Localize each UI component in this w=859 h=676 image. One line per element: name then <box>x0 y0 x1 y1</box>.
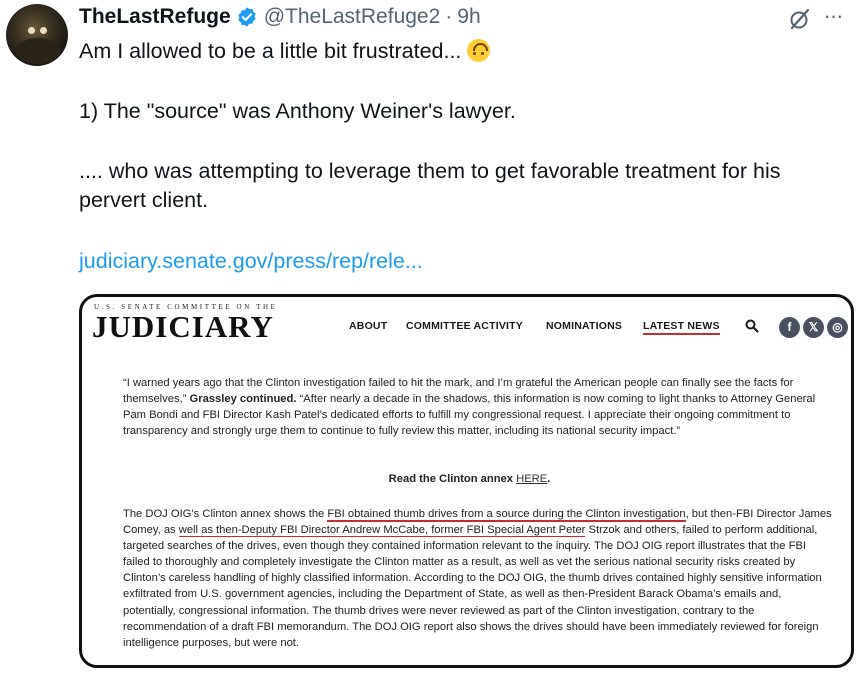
timestamp[interactable]: 9h <box>457 5 480 29</box>
judiciary-logo: JUDICIARY <box>92 309 274 344</box>
avatar-eye-right <box>40 27 47 34</box>
facebook-icon: f <box>779 317 800 338</box>
quote-bold: Grassley continued. <box>189 393 297 406</box>
avatar[interactable] <box>6 4 68 66</box>
body-c: Strzok and others, failed to perform add… <box>123 524 822 649</box>
more-options-icon[interactable]: ··· <box>818 5 848 31</box>
highlight-thumb-drives: FBI obtained thumb drives from a source … <box>327 508 686 522</box>
nav-nominations: NOMINATIONS <box>546 320 623 332</box>
nav-committee-activity: COMMITTEE ACTIVITY <box>406 320 523 332</box>
read-end: . <box>547 473 551 485</box>
tweet-header: TheLastRefuge @TheLastRefuge2 · 9h <box>79 4 481 30</box>
search-icon <box>745 319 759 333</box>
verified-badge-icon <box>238 7 256 27</box>
highlight-mccabe: well as then-Deputy FBI Director Andrew … <box>178 524 586 538</box>
display-name[interactable]: TheLastRefuge <box>79 5 231 29</box>
tweet-text-line2: 1) The "source" was Anthony Weiner's law… <box>79 99 516 123</box>
avatar-eye-left <box>28 27 35 34</box>
grok-icon[interactable] <box>788 7 812 31</box>
tweet-link[interactable]: judiciary.senate.gov/press/rep/rele... <box>79 247 849 276</box>
handle[interactable]: @TheLastRefuge2 <box>264 5 441 29</box>
tweet-text-line3: .... who was attempting to leverage them… <box>79 159 781 212</box>
tweet-text-line1: Am I allowed to be a little bit frustrat… <box>79 37 849 66</box>
read-text: Read the Clinton annex <box>388 473 513 485</box>
media-image[interactable]: U.S. SENATE COMMITTEE ON THE JUDICIARY A… <box>79 294 854 668</box>
body-a: The DOJ OIG’s Clinton annex shows the <box>123 508 325 520</box>
separator-dot: · <box>445 5 453 28</box>
grassley-quote: “I warned years ago that the Clinton inv… <box>123 375 833 439</box>
nav-about: ABOUT <box>349 320 388 332</box>
annex-here-link: HERE <box>516 473 548 485</box>
upside-down-face-emoji-icon <box>467 39 491 62</box>
read-annex-line: Read the Clinton annex HERE. <box>82 473 851 485</box>
avatar-fur <box>16 38 60 64</box>
nav-latest-news: LATEST NEWS <box>643 320 720 335</box>
tweet-line1-text: Am I allowed to be a little bit frustrat… <box>79 39 462 63</box>
instagram-icon: ◎ <box>827 317 848 338</box>
doj-oig-paragraph: The DOJ OIG’s Clinton annex shows the FB… <box>123 506 833 651</box>
x-icon: 𝕏 <box>803 317 824 338</box>
